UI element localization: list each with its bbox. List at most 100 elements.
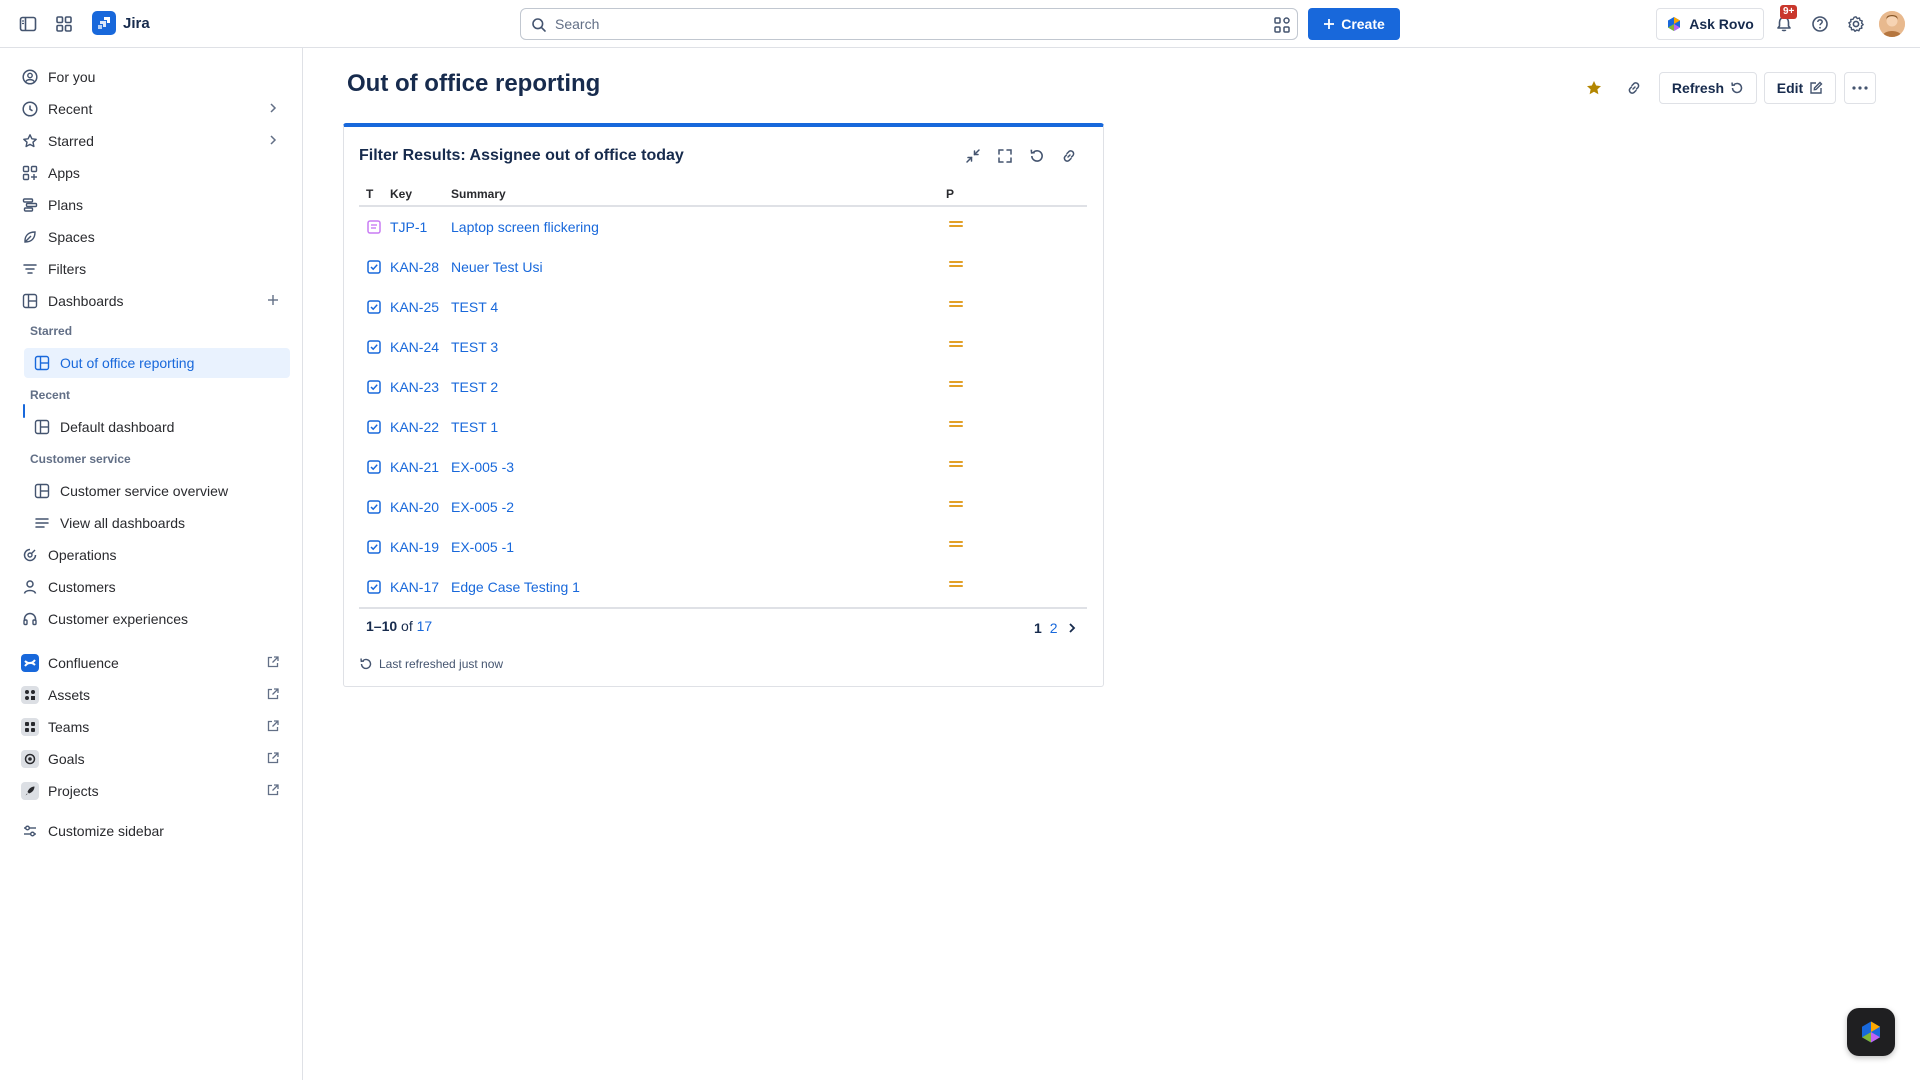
sidebar-app-assets[interactable]: Assets [12,680,290,710]
issue-summary-link[interactable]: TEST 1 [451,419,498,435]
sidebar-app-projects[interactable]: Projects [12,776,290,806]
operations-icon [20,545,40,565]
issue-summary-link[interactable]: Neuer Test Usi [451,259,543,275]
more-actions-button[interactable] [1844,72,1876,104]
edit-button[interactable]: Edit [1764,72,1836,104]
sidebar-item-customer-service-overview[interactable]: Customer service overview [24,476,290,506]
user-avatar[interactable] [1879,11,1905,37]
filter-results-gadget: Filter Results: Assignee out of office t… [343,123,1104,687]
table-row[interactable]: KAN-24 TEST 3 [359,328,1087,368]
issue-key-link[interactable]: KAN-17 [390,579,439,595]
sidebar-customize[interactable]: Customize sidebar [12,816,290,846]
results-of: of [401,618,413,634]
settings-gear-icon[interactable] [1840,8,1872,40]
sidebar-item-starred[interactable]: Starred [12,126,290,156]
ask-rovo-label: Ask Rovo [1689,16,1754,32]
rovo-chat-button[interactable] [1847,1008,1895,1056]
results-total-link[interactable]: 17 [417,618,433,634]
external-link-icon [266,655,280,669]
sidebar-item-spaces[interactable]: Spaces [12,222,290,252]
sidebar-item-label: Starred [48,133,94,149]
sidebar-app-confluence[interactable]: Confluence [12,648,290,678]
issue-summary-link[interactable]: TEST 2 [451,379,498,395]
refresh-button[interactable]: Refresh [1659,72,1757,104]
gadget-title: Filter Results: Assignee out of office t… [359,147,684,164]
sidebar-item-recent[interactable]: Recent [12,94,290,124]
issue-summary-link[interactable]: EX-005 -3 [451,459,514,475]
issue-key-link[interactable]: KAN-24 [390,339,439,355]
sidebar: For you Recent Starred Apps Plans Spaces… [0,48,303,1080]
copy-link-icon[interactable] [1618,72,1650,104]
sidebar-item-apps[interactable]: Apps [12,158,290,188]
chevron-right-icon[interactable] [266,101,280,115]
gadget-refresh-icon[interactable] [1025,144,1049,168]
sidebar-item-customer-experiences[interactable]: Customer experiences [12,604,290,634]
table-row[interactable]: KAN-23 TEST 2 [359,368,1087,408]
sidebar-item-plans[interactable]: Plans [12,190,290,220]
goals-icon [21,750,39,768]
search-input[interactable]: Search [520,8,1298,40]
page-1[interactable]: 1 [1034,620,1042,636]
issue-key-link[interactable]: KAN-19 [390,539,439,555]
table-row[interactable]: TJP-1 Laptop screen flickering [359,208,1087,248]
app-switcher-icon[interactable] [48,8,80,40]
issue-key-link[interactable]: KAN-23 [390,379,439,395]
dashboard-icon [32,353,52,373]
jira-logo[interactable]: Jira [92,11,150,35]
headset-icon [20,609,40,629]
column-header-key[interactable]: Key [390,187,412,201]
sidebar-item-view-all-dashboards[interactable]: View all dashboards [24,508,290,538]
issue-summary-link[interactable]: EX-005 -1 [451,539,514,555]
sidebar-item-filters[interactable]: Filters [12,254,290,284]
sidebar-item-dashboards[interactable]: Dashboards [12,286,290,316]
table-row[interactable]: KAN-21 EX-005 -3 [359,448,1087,488]
create-button[interactable]: Create [1308,8,1400,40]
sidebar-toggle-icon[interactable] [12,8,44,40]
table-row[interactable]: KAN-19 EX-005 -1 [359,528,1087,568]
issue-key-link[interactable]: KAN-28 [390,259,439,275]
app-name: Jira [123,14,150,32]
issue-key-link[interactable]: KAN-22 [390,419,439,435]
sidebar-item-for-you[interactable]: For you [12,62,290,92]
table-row[interactable]: KAN-22 TEST 1 [359,408,1087,448]
next-page-chevron-icon[interactable] [1066,622,1078,634]
issue-summary-link[interactable]: Laptop screen flickering [451,219,599,235]
sidebar-item-label: For you [48,69,96,85]
page-2[interactable]: 2 [1050,620,1058,636]
sidebar-item-out-of-office-reporting[interactable]: Out of office reporting [24,348,290,378]
issue-key-link[interactable]: KAN-20 [390,499,439,515]
sidebar-item-label: Goals [48,751,85,767]
table-row[interactable]: KAN-17 Edge Case Testing 1 [359,568,1087,608]
sidebar-item-default-dashboard[interactable]: Default dashboard [24,412,290,442]
clock-icon [20,99,40,119]
add-dashboard-plus-icon[interactable] [266,293,280,307]
issue-summary-link[interactable]: TEST 4 [451,299,498,315]
search-filters-icon[interactable] [1273,16,1291,34]
chevron-right-icon[interactable] [266,133,280,147]
table-row[interactable]: KAN-25 TEST 4 [359,288,1087,328]
issue-key-link[interactable]: KAN-25 [390,299,439,315]
issue-key-link[interactable]: TJP-1 [390,219,427,235]
column-header-priority[interactable]: P [946,187,954,201]
sidebar-item-customers[interactable]: Customers [12,572,290,602]
star-filled-icon[interactable] [1578,72,1610,104]
sidebar-app-goals[interactable]: Goals [12,744,290,774]
column-header-summary[interactable]: Summary [451,187,506,201]
help-icon[interactable] [1804,8,1836,40]
gadget-link-icon[interactable] [1057,144,1081,168]
table-row[interactable]: KAN-28 Neuer Test Usi [359,248,1087,288]
issue-summary-link[interactable]: EX-005 -2 [451,499,514,515]
ask-rovo-button[interactable]: Ask Rovo [1656,8,1764,40]
column-header-type[interactable]: T [366,187,373,201]
sidebar-item-operations[interactable]: Operations [12,540,290,570]
table-row[interactable]: KAN-20 EX-005 -2 [359,488,1087,528]
minimize-icon[interactable] [961,144,985,168]
sidebar-item-label: Operations [48,547,117,563]
fullscreen-icon[interactable] [993,144,1017,168]
issue-summary-link[interactable]: Edge Case Testing 1 [451,579,580,595]
issue-summary-link[interactable]: TEST 3 [451,339,498,355]
sidebar-item-label: Filters [48,261,87,277]
issue-key-link[interactable]: KAN-21 [390,459,439,475]
plans-icon [20,195,40,215]
sidebar-app-teams[interactable]: Teams [12,712,290,742]
